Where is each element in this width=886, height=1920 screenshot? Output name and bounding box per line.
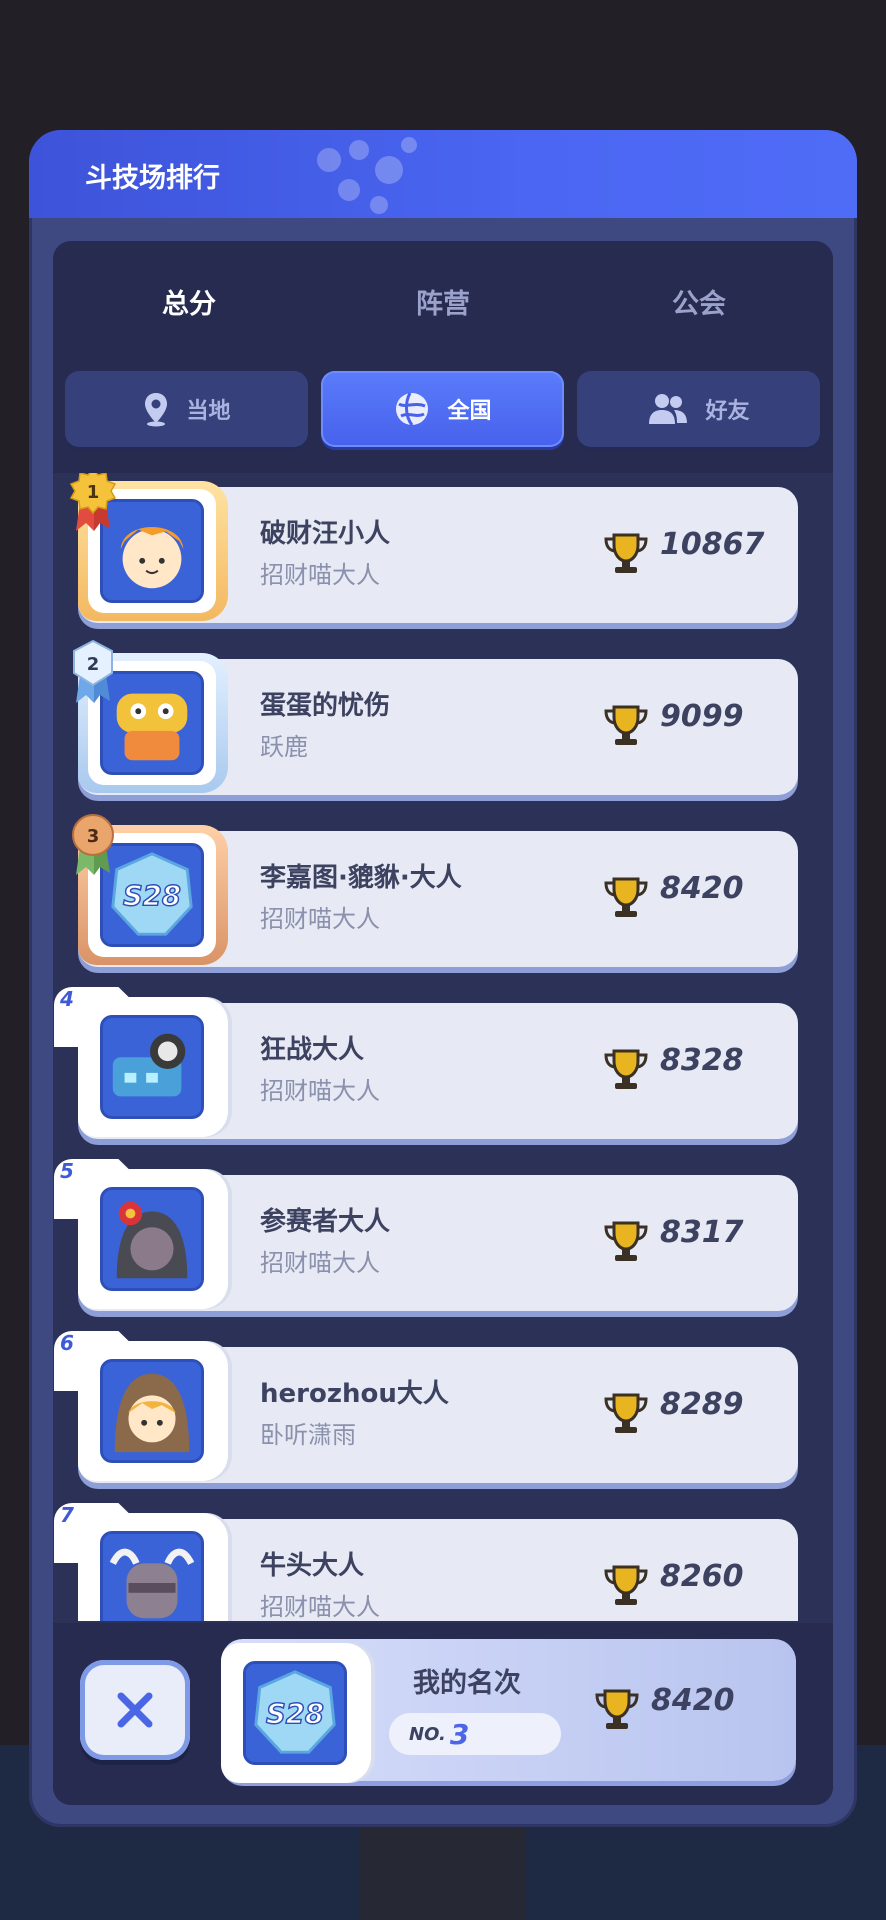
- ranking-list[interactable]: 1 破财汪小人 招财喵大人 10867 2 蛋蛋的忧伤 跃鹿 9099 S28 …: [53, 473, 833, 1621]
- player-guild: 跃鹿: [260, 733, 308, 761]
- avatar: [100, 1015, 204, 1119]
- trophy-icon: [604, 877, 648, 917]
- player-name: 李嘉图·貔貅·大人: [260, 863, 462, 893]
- player-score: 8260: [660, 1559, 744, 1594]
- my-rank-pill: NO. 3: [389, 1713, 561, 1755]
- tab-national[interactable]: 全国: [321, 371, 564, 447]
- tab-guild-label: 公会: [672, 288, 726, 320]
- tab-faction[interactable]: 阵营: [327, 267, 559, 335]
- avatar: [100, 1359, 204, 1463]
- trophy-icon: [604, 1221, 648, 1261]
- season-badge-text: S28: [266, 1699, 324, 1730]
- globe-icon: [396, 392, 429, 426]
- list-item[interactable]: 4 狂战大人 招财喵大人 8328: [54, 987, 798, 1139]
- location-pin-icon: [145, 393, 168, 427]
- avatar-frame: [78, 1513, 228, 1621]
- my-score: 8420: [651, 1683, 735, 1718]
- player-name: herozhou大人: [260, 1379, 449, 1409]
- list-item[interactable]: 7 牛头大人 招财喵大人 8260: [54, 1503, 798, 1621]
- trophy-icon: [604, 533, 648, 573]
- gold-medal-icon: 1: [69, 473, 117, 531]
- list-item[interactable]: 1 破财汪小人 招财喵大人 10867: [69, 473, 798, 623]
- trophy-icon: [604, 1565, 648, 1605]
- close-icon: [117, 1692, 153, 1728]
- player-guild: 招财喵大人: [260, 1077, 380, 1105]
- player-score: 8420: [660, 871, 744, 906]
- player-name: 蛋蛋的忧伤: [260, 691, 391, 721]
- list-item[interactable]: 5 参赛者大人 招财喵大人 8317: [54, 1159, 798, 1311]
- player-guild: 招财喵大人: [260, 1593, 380, 1621]
- tab-total[interactable]: 总分: [73, 267, 305, 335]
- player-name: 狂战大人: [260, 1035, 365, 1065]
- player-guild: 卧听潇雨: [260, 1421, 356, 1449]
- player-guild: 招财喵大人: [260, 905, 380, 933]
- leaderboard-panel: 斗技场排行 总分 阵营 公会 当地 全国 好友 1 破财汪小人 招财喵大人 10…: [29, 130, 857, 1827]
- trophy-icon: [604, 1393, 648, 1433]
- avatar-frame: [78, 997, 228, 1137]
- tab-friends-label: 好友: [705, 399, 750, 424]
- rank-number: 7: [60, 1503, 74, 1527]
- panel-header: 斗技场排行: [29, 130, 857, 218]
- avatar: [100, 1187, 204, 1291]
- list-item[interactable]: 2 蛋蛋的忧伤 跃鹿 9099: [73, 639, 798, 795]
- tab-total-label: 总分: [162, 288, 216, 320]
- leaderboard-content: 总分 阵营 公会 当地 全国 好友 1 破财汪小人 招财喵大人 10867 2 …: [53, 241, 833, 1805]
- player-score: 8317: [660, 1215, 744, 1250]
- bronze-medal-icon: 3: [72, 814, 114, 875]
- player-name: 参赛者大人: [260, 1207, 391, 1237]
- my-rank-label: 我的名次: [413, 1668, 521, 1699]
- tab-local-label: 当地: [186, 399, 231, 424]
- tab-guild[interactable]: 公会: [583, 267, 815, 335]
- my-rank-value: 3: [449, 1717, 470, 1751]
- rank-number: 5: [60, 1159, 74, 1183]
- rank-number: 3: [87, 826, 100, 847]
- my-rank-card: S28 我的名次 NO. 3 8420: [221, 1639, 796, 1783]
- player-score: 9099: [660, 699, 744, 734]
- rank-number: 2: [87, 654, 100, 675]
- player-score: 8289: [660, 1387, 744, 1422]
- trophy-icon: [604, 1049, 648, 1089]
- trophy-icon: [595, 1689, 639, 1729]
- player-name: 破财汪小人: [260, 519, 391, 549]
- page-title: 斗技场排行: [85, 163, 220, 194]
- player-score: 10867: [660, 527, 765, 562]
- friends-icon: [649, 394, 688, 424]
- avatar: S28: [243, 1661, 347, 1765]
- rank-number: 1: [87, 482, 100, 503]
- tab-friends[interactable]: 好友: [577, 371, 820, 447]
- tab-faction-label: 阵营: [416, 288, 470, 320]
- season-badge-text: S28: [123, 881, 181, 912]
- rank-number: 6: [60, 1331, 74, 1355]
- my-rank-footer: S28 我的名次 NO. 3 8420: [53, 1623, 833, 1805]
- header-deco-icon: [317, 137, 417, 214]
- tab-local[interactable]: 当地: [65, 371, 308, 447]
- list-item[interactable]: S28 3 李嘉图·貔貅·大人 招财喵大人 8420: [72, 814, 798, 967]
- player-guild: 招财喵大人: [260, 1249, 380, 1277]
- tab-bar: 总分 阵营 公会 当地 全国 好友: [53, 241, 833, 473]
- rank-number: 4: [60, 987, 74, 1011]
- avatar-frame: [78, 1169, 228, 1309]
- player-name: 牛头大人: [260, 1551, 365, 1581]
- close-button[interactable]: [80, 1660, 190, 1760]
- trophy-icon: [604, 705, 648, 745]
- rank-prefix: NO.: [409, 1723, 446, 1745]
- avatar-frame: [78, 1341, 228, 1481]
- silver-medal-icon: 2: [73, 639, 113, 703]
- player-guild: 招财喵大人: [260, 561, 380, 589]
- list-item[interactable]: 6 herozhou大人 卧听潇雨 8289: [54, 1331, 798, 1483]
- avatar: [100, 1531, 204, 1621]
- avatar-frame: S28: [221, 1643, 371, 1783]
- tab-national-label: 全国: [447, 399, 492, 424]
- player-score: 8328: [660, 1043, 744, 1078]
